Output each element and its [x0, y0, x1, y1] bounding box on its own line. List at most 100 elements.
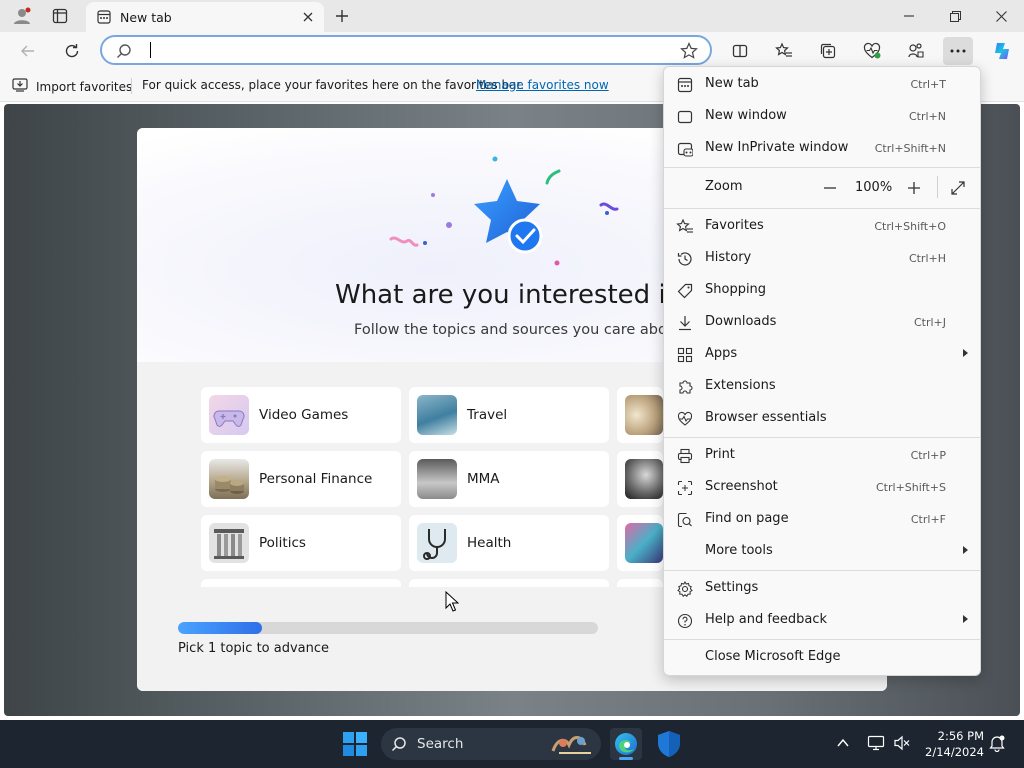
- menu-item-shortcut: Ctrl+Shift+S: [876, 481, 946, 494]
- menu-item-help-and-feedback[interactable]: Help and feedback: [664, 605, 980, 635]
- menu-item-label: More tools: [705, 543, 773, 558]
- full-screen-icon[interactable]: [948, 178, 968, 198]
- menu-item-new-window[interactable]: New window Ctrl+N: [664, 101, 980, 131]
- topics-progress-bar: [178, 622, 598, 634]
- gear-icon: [676, 580, 694, 598]
- new-tab-plus-icon[interactable]: [330, 4, 354, 28]
- shopping-tag-icon: [676, 282, 694, 300]
- add-favorite-star-icon[interactable]: [680, 42, 698, 64]
- security-shield-icon[interactable]: [656, 730, 682, 762]
- topic-thumbnail: [625, 523, 663, 563]
- notifications-bell-icon[interactable]: [988, 734, 1006, 756]
- submenu-arrow-icon: [963, 349, 968, 357]
- topic-thumbnail: [625, 459, 663, 499]
- menu-item-shortcut: Ctrl+Shift+O: [874, 220, 946, 233]
- favorites-collection-icon[interactable]: [769, 37, 799, 65]
- tab-actions-icon[interactable]: [46, 4, 74, 28]
- collections-icon[interactable]: [813, 37, 843, 65]
- topic-card[interactable]: MMA: [409, 451, 609, 507]
- help-question-icon: [676, 612, 694, 630]
- browser-essentials-icon[interactable]: [857, 37, 887, 65]
- politics-thumbnail: [209, 523, 249, 563]
- topic-card[interactable]: [617, 579, 663, 587]
- taskbar-search-box[interactable]: Search: [381, 728, 601, 760]
- inprivate-icon: [676, 140, 694, 158]
- tab-new-tab[interactable]: New tab: [86, 2, 324, 32]
- zoom-in-icon[interactable]: [904, 178, 924, 198]
- menu-item-new-tab[interactable]: New tab Ctrl+T: [664, 69, 980, 99]
- topic-card[interactable]: Health: [409, 515, 609, 571]
- tab-close-icon[interactable]: [296, 5, 320, 29]
- zoom-out-icon[interactable]: [820, 178, 840, 198]
- menu-item-favorites[interactable]: Favorites Ctrl+Shift+O: [664, 211, 980, 241]
- menu-item-shopping[interactable]: Shopping: [664, 275, 980, 305]
- new-tab-icon: [676, 76, 694, 94]
- menu-item-settings[interactable]: Settings: [664, 573, 980, 603]
- menu-item-label: New tab: [705, 76, 759, 91]
- extensions-icon[interactable]: [901, 37, 931, 65]
- show-hidden-icons-chevron-icon[interactable]: [836, 736, 850, 754]
- minimize-icon[interactable]: [886, 0, 932, 32]
- menu-item-close-microsoft-edge[interactable]: Close Microsoft Edge: [664, 642, 980, 672]
- topic-card[interactable]: Video Games: [201, 387, 401, 443]
- topic-card[interactable]: [617, 387, 663, 443]
- topic-card[interactable]: Travel: [409, 387, 609, 443]
- network-icon[interactable]: [867, 734, 885, 756]
- menu-item-apps[interactable]: Apps: [664, 339, 980, 369]
- clock-time: 2:56 PM: [937, 729, 984, 743]
- topic-label: Health: [467, 535, 512, 551]
- star-celebration-illustration: [389, 156, 619, 266]
- find-page-icon: [676, 511, 694, 529]
- edge-taskbar-icon[interactable]: [610, 728, 642, 760]
- puzzle-piece-icon: [676, 378, 694, 396]
- taskbar-clock[interactable]: 2:56 PM 2/14/2024: [920, 728, 984, 760]
- menu-item-shortcut: Ctrl+J: [913, 316, 946, 329]
- menu-item-label: Find on page: [705, 511, 789, 526]
- favorites-hint-text: For quick access, place your favorites h…: [142, 78, 525, 92]
- back-arrow-icon[interactable]: [14, 37, 42, 65]
- topic-label: Travel: [467, 407, 508, 423]
- refresh-icon[interactable]: [58, 37, 86, 65]
- menu-item-downloads[interactable]: Downloads Ctrl+J: [664, 307, 980, 337]
- menu-item-history[interactable]: History Ctrl+H: [664, 243, 980, 273]
- split-screen-icon[interactable]: [725, 37, 755, 65]
- topic-card[interactable]: [201, 579, 401, 587]
- close-window-icon[interactable]: [978, 0, 1024, 32]
- topic-card[interactable]: [617, 515, 663, 571]
- menu-item-label: Extensions: [705, 378, 776, 393]
- topic-card[interactable]: Personal Finance: [201, 451, 401, 507]
- active-app-indicator: [619, 757, 633, 760]
- title-bar: New tab: [0, 0, 1024, 32]
- topic-card[interactable]: Politics: [201, 515, 401, 571]
- windows-start-icon[interactable]: [343, 732, 367, 760]
- menu-divider: [664, 437, 980, 438]
- topics-progress-fill: [178, 622, 262, 634]
- menu-item-more-tools[interactable]: More tools: [664, 536, 980, 566]
- travel-thumbnail: [417, 395, 457, 435]
- topic-card[interactable]: [617, 451, 663, 507]
- import-icon: [12, 78, 28, 95]
- menu-item-new-inprivate-window[interactable]: New InPrivate window Ctrl+Shift+N: [664, 133, 980, 163]
- mma-thumbnail: [417, 459, 457, 499]
- menu-item-extensions[interactable]: Extensions: [664, 371, 980, 401]
- import-favorites-button[interactable]: Import favorites: [12, 78, 132, 95]
- restore-icon[interactable]: [932, 0, 978, 32]
- taskbar-search-label: Search: [417, 736, 464, 752]
- menu-item-label: Settings: [705, 580, 759, 595]
- manage-favorites-link[interactable]: Manage favorites now: [476, 78, 609, 92]
- menu-item-screenshot[interactable]: Screenshot Ctrl+Shift+S: [664, 472, 980, 502]
- menu-item-browser-essentials[interactable]: Browser essentials: [664, 403, 980, 433]
- new-tab-favicon-icon: [96, 9, 112, 25]
- personal-finance-thumbnail: [209, 459, 249, 499]
- topic-card[interactable]: [409, 579, 609, 587]
- menu-item-print[interactable]: Print Ctrl+P: [664, 440, 980, 470]
- menu-item-find-on-page[interactable]: Find on page Ctrl+F: [664, 504, 980, 534]
- settings-and-more-icon[interactable]: [943, 37, 973, 65]
- menu-item-label: Browser essentials: [705, 410, 827, 425]
- address-input[interactable]: [146, 41, 646, 59]
- zoom-level: 100%: [855, 180, 893, 195]
- address-bar[interactable]: [100, 35, 712, 65]
- volume-muted-icon[interactable]: [893, 734, 911, 756]
- profile-icon[interactable]: [8, 4, 36, 28]
- copilot-icon[interactable]: [987, 37, 1017, 65]
